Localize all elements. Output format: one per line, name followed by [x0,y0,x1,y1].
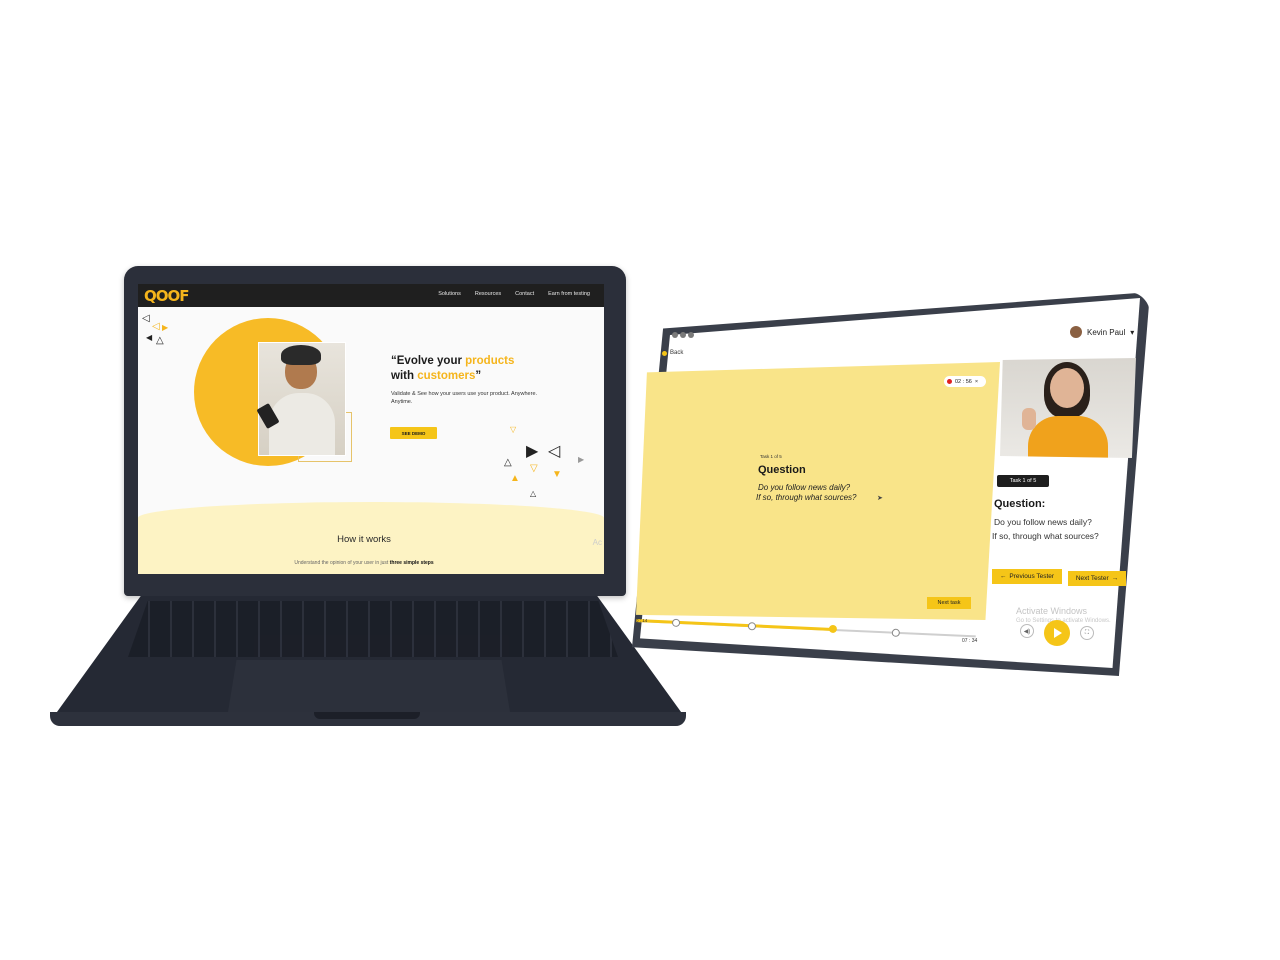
volume-icon[interactable]: ◀) [1020,624,1034,638]
tester-shirt [1028,416,1108,458]
triangle-icon: ◁ [142,313,150,324]
hero-title-text: with [391,370,418,382]
triangle-icon: ◁ [152,321,160,332]
triangle-icon: ▶ [526,443,539,460]
laptop-trackpad [228,660,510,712]
hero-photo-turban [281,345,321,365]
how-it-works-subtitle: Understand the opinion of your user in j… [138,560,590,566]
hero-title-text: “Evolve your [391,355,466,367]
nav-link-resources[interactable]: Resources [475,291,501,297]
window-controls [672,332,694,338]
activate-windows-watermark: Activate Windows [1016,606,1088,616]
window-dot-icon[interactable] [672,332,678,338]
how-sub-bold: three simple steps [389,560,434,566]
nav-link-solutions[interactable]: Solutions [438,291,461,297]
fullscreen-icon[interactable]: ⛶ [1080,626,1094,640]
play-button[interactable] [1044,620,1070,646]
time-end: 07 : 34 [962,638,978,644]
window-dot-icon[interactable] [688,332,694,338]
hero-subtitle: Validate & See how your users use your p… [391,391,538,405]
see-demo-button[interactable]: SEE DEMO [390,427,437,439]
triangle-icon: ▽ [530,463,538,474]
triangle-icon: ▽ [510,425,517,434]
user-menu[interactable]: Kevin Paul ▾ [1070,326,1134,338]
previous-tester-label: Previous Tester [1009,573,1055,580]
hero-title-highlight: customers [417,370,476,382]
play-icon [1054,628,1062,638]
time-start: 0 : 14 [636,618,648,623]
timeline-marker[interactable] [891,628,901,637]
triangle-icon: △ [504,457,512,468]
timeline-marker[interactable] [671,618,681,627]
triangle-icon: ▲ [510,473,520,484]
record-icon [947,379,952,384]
arrow-right-icon: → [1111,575,1119,582]
triangle-icon: △ [530,489,537,498]
nav-link-contact[interactable]: Contact [515,291,534,297]
side-question-line1: Do you follow news daily? [994,517,1092,527]
triangle-icon: ◁ [548,443,561,460]
triangle-icon: ◀ [146,333,153,342]
site-logo[interactable]: QOOF [144,287,190,305]
close-icon[interactable]: × [975,379,978,385]
triangle-icon: ▼ [552,469,562,480]
activate-watermark: Ac [592,538,602,547]
task-counter: Task 1 of 5 [760,454,782,459]
back-arrow-icon [662,350,667,356]
hero-photo-body [269,393,335,455]
triangle-icon: △ [156,335,164,346]
next-task-button[interactable]: Next task [927,597,971,609]
triangle-icon: ▶ [162,323,169,332]
task-title: Question [758,464,806,476]
user-name: Kevin Paul [1087,327,1126,337]
back-label: Back [670,350,684,356]
laptop-lid: QOOF Solutions Resources Contact Earn fr… [124,266,626,596]
timer-text: 02 : 56 [955,378,972,385]
laptop-keyboard [128,601,618,657]
avatar [1070,326,1082,338]
how-it-works-title: How it works [337,534,391,545]
tester-face [1050,368,1084,408]
side-question-line2: If so, through what sources? [992,531,1099,541]
back-link[interactable]: Back [662,350,683,356]
chevron-right-icon[interactable]: ▶ [578,456,584,464]
recording-timer: 02 : 56 × [944,376,986,387]
how-sub-text: Understand the opinion of your user in j… [294,560,390,566]
task-question-line2: If so, through what sources? [756,493,857,502]
chevron-down-icon: ▾ [1130,327,1135,337]
task-question-line1: Do you follow news daily? [758,483,851,492]
timeline-marker[interactable] [747,622,757,631]
cursor-icon: ➤ [877,495,883,502]
nav-link-earn[interactable]: Earn from testing [548,291,590,297]
timeline-scrubber[interactable] [828,624,838,634]
hero-title-text: ” [475,370,482,382]
laptop-screen: QOOF Solutions Resources Contact Earn fr… [138,284,604,574]
site-navbar: QOOF Solutions Resources Contact Earn fr… [138,284,604,307]
arrow-left-icon: ← [999,573,1007,580]
tester-hand [1022,408,1036,430]
timeline-progress [636,619,834,631]
window-dot-icon[interactable] [680,332,686,338]
hero-photo [256,342,346,456]
hero-title: “Evolve your products with customers” [391,354,561,384]
next-tester-button[interactable]: Next Tester → [1068,571,1126,586]
site-nav-links: Solutions Resources Contact Earn from te… [438,291,590,297]
side-question-title: Question: [994,498,1046,510]
hero-title-highlight: products [465,355,515,367]
next-tester-label: Next Tester [1075,575,1109,582]
previous-tester-button[interactable]: ← Previous Tester [992,569,1062,584]
laptop-notch [314,712,420,719]
tester-video[interactable] [1000,358,1136,458]
task-badge: Task 1 of 5 [997,475,1049,487]
